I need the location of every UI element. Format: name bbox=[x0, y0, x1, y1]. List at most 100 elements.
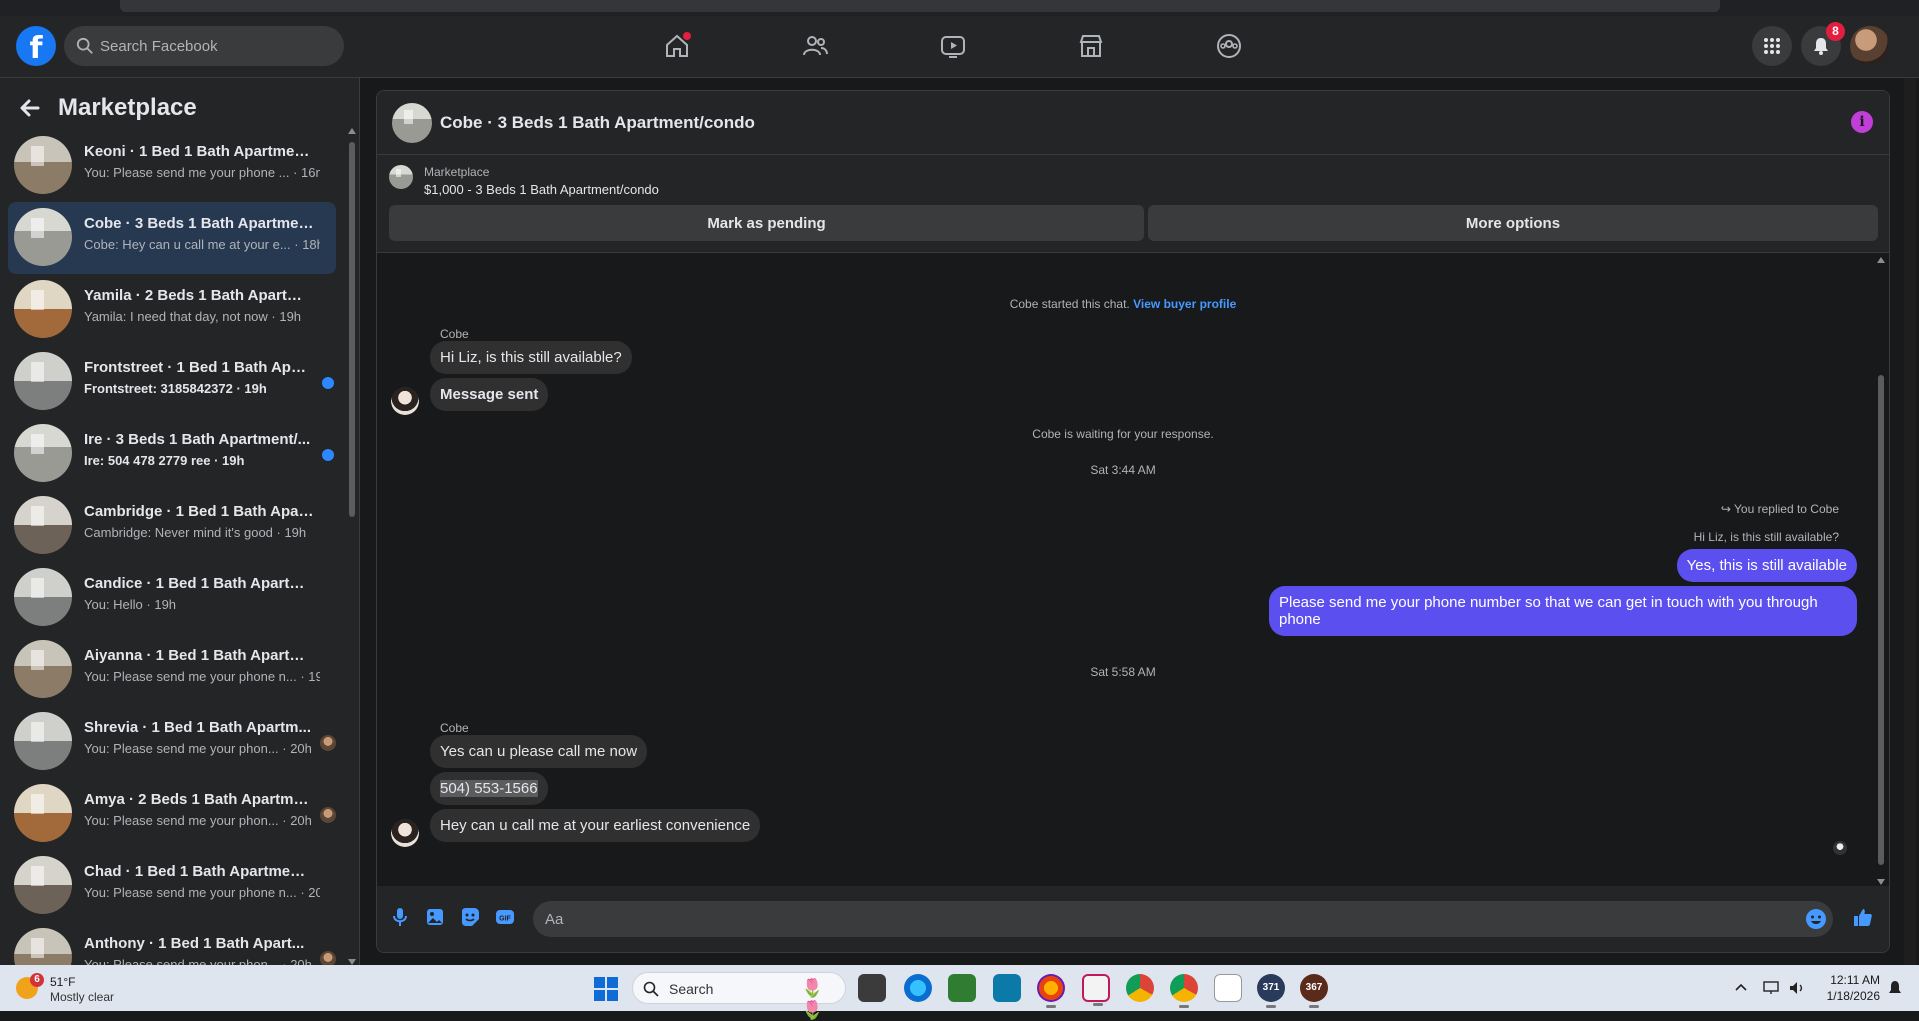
menu-grid-icon[interactable] bbox=[1752, 26, 1792, 66]
scrollbar-thumb[interactable] bbox=[1878, 375, 1884, 865]
sender-avatar[interactable] bbox=[391, 387, 419, 415]
weather-widget[interactable]: 6 51°F Mostly clear bbox=[16, 971, 126, 1005]
chrome-profile-icon[interactable] bbox=[1170, 974, 1198, 1008]
app-badge-371-icon[interactable]: 371 bbox=[1257, 974, 1285, 1008]
conversation-item[interactable]: Anthony · 1 Bed 1 Bath Apart... You: Plea… bbox=[8, 922, 336, 965]
home-icon[interactable] bbox=[657, 26, 697, 66]
incoming-message[interactable]: Yes can u please call me now bbox=[430, 735, 648, 768]
scroll-up-arrow-icon[interactable] bbox=[348, 128, 356, 134]
chrome-icon[interactable] bbox=[1126, 974, 1154, 1002]
outgoing-message[interactable]: Yes, this is still available bbox=[1676, 549, 1857, 582]
outgoing-message[interactable]: Please send me your phone number so that… bbox=[1269, 586, 1857, 636]
conversation-preview: You: Please send me your phon... · 20h bbox=[84, 813, 312, 828]
scroll-down-arrow-icon[interactable] bbox=[1877, 879, 1885, 885]
listing-thumbnail bbox=[14, 352, 72, 410]
conversation-title: Cobe · 3 Beds 1 Bath Apartment... bbox=[84, 215, 314, 232]
profile-avatar[interactable] bbox=[1850, 26, 1890, 66]
scroll-up-arrow-icon[interactable] bbox=[1877, 257, 1885, 263]
firefox-icon[interactable] bbox=[1037, 974, 1065, 1008]
incoming-message[interactable]: Hi Liz, is this still available? bbox=[430, 341, 632, 374]
system-clock[interactable]: 12:11 AM 1/18/2026 bbox=[1818, 972, 1880, 1004]
incoming-message[interactable]: Hey can u call me at your earliest conve… bbox=[430, 809, 761, 842]
listing-thumbnail bbox=[14, 496, 72, 554]
message-input[interactable] bbox=[533, 901, 1833, 937]
svg-text:GIF: GIF bbox=[499, 916, 511, 923]
incoming-message[interactable]: Message sent bbox=[430, 378, 549, 411]
sticker-icon[interactable] bbox=[459, 906, 481, 928]
conversation-title: Keoni · 1 Bed 1 Bath Apartment/... bbox=[84, 143, 314, 160]
marketplace-icon[interactable] bbox=[1071, 26, 1111, 66]
listing-thumbnail bbox=[14, 712, 72, 770]
photo-icon[interactable] bbox=[424, 906, 446, 928]
conversation-title: Amya · 2 Beds 1 Bath Apartme... bbox=[84, 791, 314, 808]
listing-title[interactable]: $1,000 - 3 Beds 1 Bath Apartment/condo bbox=[424, 182, 659, 197]
emoji-icon[interactable] bbox=[1805, 908, 1827, 930]
back-arrow-icon[interactable] bbox=[16, 94, 44, 122]
volume-icon[interactable] bbox=[1788, 979, 1806, 997]
edge-browser-icon[interactable] bbox=[904, 974, 932, 1002]
search-facebook[interactable] bbox=[64, 26, 344, 66]
conversation-preview: Cambridge: Never mind it's good · 19h bbox=[84, 525, 307, 540]
conversation-item[interactable]: Candice · 1 Bed 1 Bath Apartmen... You: H… bbox=[8, 562, 336, 634]
search-input[interactable] bbox=[100, 26, 330, 66]
conversation-item[interactable]: Keoni · 1 Bed 1 Bath Apartment/... You: P… bbox=[8, 130, 336, 202]
conversation-item[interactable]: Cambridge · 1 Bed 1 Bath Apart... Cambrid… bbox=[8, 490, 336, 562]
network-icon[interactable] bbox=[1762, 979, 1780, 997]
notification-center-icon[interactable] bbox=[1886, 979, 1904, 997]
microphone-icon[interactable] bbox=[389, 906, 411, 928]
conversation-item[interactable]: Yamila · 2 Beds 1 Bath Apartmen... Yamila… bbox=[8, 274, 336, 346]
conversation-item[interactable]: Chad · 1 Bed 1 Bath Apartment/c... You: P… bbox=[8, 850, 336, 922]
listing-thumbnail bbox=[14, 280, 72, 338]
task-view-icon[interactable] bbox=[858, 974, 886, 1002]
snipping-tool-icon[interactable] bbox=[1082, 974, 1110, 1006]
sidebar-header: Marketplace bbox=[16, 90, 197, 126]
sender-avatar[interactable] bbox=[391, 819, 419, 847]
home-notification-dot bbox=[683, 32, 691, 40]
conversation-preview: Cobe: Hey can u call me at your e... · 1… bbox=[84, 237, 320, 252]
info-icon[interactable]: i bbox=[1851, 111, 1873, 133]
chat-started-notice: Cobe started this chat. View buyer profi… bbox=[377, 297, 1869, 311]
conversation-title: Anthony · 1 Bed 1 Bath Apart... bbox=[84, 935, 305, 952]
timestamp: Sat 3:44 AM bbox=[1090, 463, 1156, 477]
incoming-message[interactable]: 504) 553-1566 bbox=[430, 772, 548, 805]
conversation-item[interactable]: Shrevia · 1 Bed 1 Bath Apartm... You: Ple… bbox=[8, 706, 336, 778]
mark-as-pending-button[interactable]: Mark as pending bbox=[389, 205, 1144, 241]
listing-thumbnail bbox=[14, 928, 72, 965]
gif-icon[interactable]: GIF bbox=[494, 906, 516, 928]
facebook-logo[interactable]: f bbox=[16, 26, 56, 66]
listing-thumbnail[interactable] bbox=[392, 103, 432, 143]
marketplace-sidebar: Marketplace Keoni · 1 Bed 1 Bath Apartme… bbox=[0, 78, 360, 965]
app-icon-teal[interactable] bbox=[993, 974, 1021, 1002]
more-options-button[interactable]: More options bbox=[1148, 205, 1878, 241]
conversation-item-active[interactable]: Cobe · 3 Beds 1 Bath Apartment... Cobe: H… bbox=[8, 202, 336, 274]
windows-start-icon[interactable] bbox=[594, 977, 618, 1001]
notifications-button[interactable]: 8 bbox=[1801, 22, 1845, 66]
sidebar-scrollbar[interactable] bbox=[348, 128, 356, 965]
chevron-up-icon[interactable] bbox=[1732, 979, 1750, 997]
groups-icon[interactable] bbox=[1209, 26, 1249, 66]
bell-icon bbox=[1814, 38, 1828, 55]
top-navigation: f 8 bbox=[0, 16, 1919, 78]
app-icon-green[interactable] bbox=[948, 974, 976, 1002]
friends-icon[interactable] bbox=[795, 26, 835, 66]
app-badge-367-icon[interactable]: 367 bbox=[1300, 974, 1328, 1008]
conversation-item[interactable]: Amya · 2 Beds 1 Bath Apartme... You: Plea… bbox=[8, 778, 336, 850]
file-icon[interactable] bbox=[1214, 974, 1242, 1002]
chat-header: Cobe · 3 Beds 1 Bath Apartment/condo i bbox=[377, 91, 1889, 155]
conversation-item[interactable]: Ire · 3 Beds 1 Bath Apartment/... Ire: 50… bbox=[8, 418, 336, 490]
chat-scrollbar[interactable] bbox=[1877, 257, 1885, 885]
page-scrollbar[interactable] bbox=[1904, 78, 1916, 965]
listing-thumbnail bbox=[14, 640, 72, 698]
taskbar-search-label: Search bbox=[669, 981, 714, 997]
conversation-list: Keoni · 1 Bed 1 Bath Apartment/... You: P… bbox=[8, 130, 336, 965]
conversation-item[interactable]: Aiyanna · 1 Bed 1 Bath Apartmen... You: P… bbox=[8, 634, 336, 706]
scrollbar-thumb[interactable] bbox=[349, 142, 355, 517]
conversation-item[interactable]: Frontstreet · 1 Bed 1 Bath Apar... Fronts… bbox=[8, 346, 336, 418]
listing-source: Marketplace bbox=[424, 165, 490, 179]
like-thumbs-up-icon[interactable] bbox=[1852, 906, 1874, 928]
taskbar-search[interactable]: Search 🌷🌷 bbox=[632, 972, 846, 1020]
view-buyer-profile-link[interactable]: View buyer profile bbox=[1133, 297, 1236, 311]
chat-title[interactable]: Cobe · 3 Beds 1 Bath Apartment/condo bbox=[440, 113, 755, 133]
weather-condition: Mostly clear bbox=[50, 990, 115, 1004]
watch-icon[interactable] bbox=[933, 26, 973, 66]
